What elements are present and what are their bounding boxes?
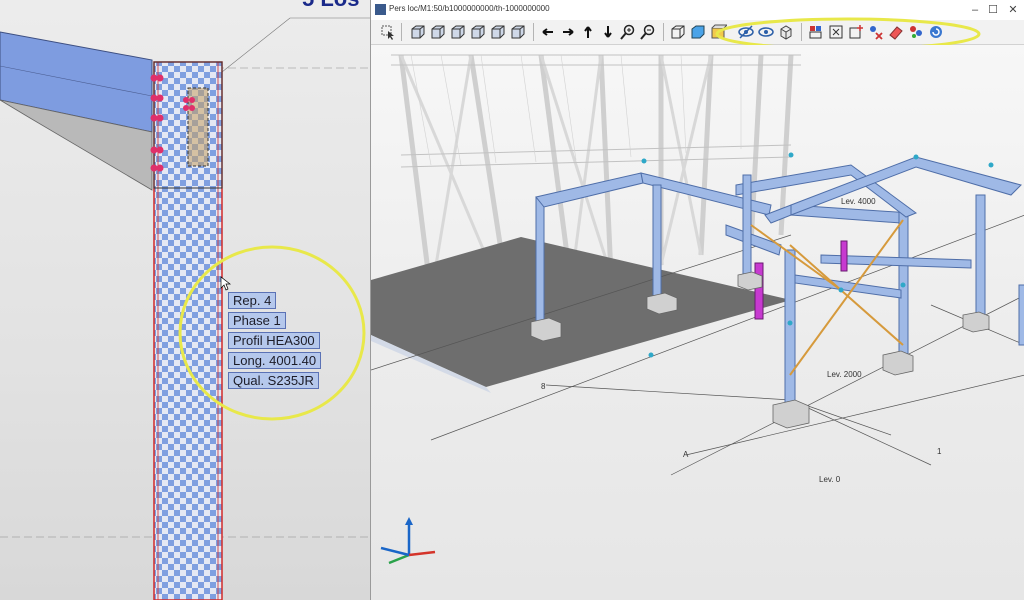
box-wire-icon[interactable] [669, 23, 687, 41]
toolbar-separator [663, 23, 664, 41]
tooltip-profile: Profil HEA300 [228, 332, 320, 349]
box-solid-icon[interactable] [689, 23, 707, 41]
maximize-button[interactable]: ☐ [985, 3, 1001, 17]
level-label-2000: Lev. 2000 [827, 370, 862, 379]
zoom-in-icon[interactable] [619, 23, 637, 41]
cube-right-icon[interactable] [469, 23, 487, 41]
grid-axis-label-8: 8 [541, 382, 546, 391]
cube-front-icon[interactable] [409, 23, 427, 41]
pan-left-icon[interactable] [539, 23, 557, 41]
drawing-2d-view[interactable]: 5 Los Rep. 4 Phase 1 Profil HEA300 Long.… [0, 0, 372, 600]
drawing-heading: 5 Los [302, 0, 359, 11]
pan-up-icon[interactable] [579, 23, 597, 41]
zoom-out-icon[interactable] [639, 23, 657, 41]
grid-axis-label-a: A [683, 450, 689, 459]
close-button[interactable]: ✕ [1005, 3, 1021, 17]
tooltip-length: Long. 4001.40 [228, 352, 322, 369]
model-3d-canvas [371, 54, 1024, 565]
tooltip-rep: Rep. 4 [228, 292, 277, 309]
member-info-tooltip: Rep. 4 Phase 1 Profil HEA300 Long. 4001.… [228, 292, 328, 392]
pan-right-icon[interactable] [559, 23, 577, 41]
model-3d-viewport[interactable]: Lev. 2000 Lev. 0 Lev. 4000 1 A 8 [371, 45, 1024, 600]
level-label-0: Lev. 0 [819, 475, 841, 484]
app-icon [375, 4, 386, 15]
tooltip-quality: Qual. S235JR [228, 372, 319, 389]
cube-iso-icon[interactable] [509, 23, 527, 41]
view-3d-window: Pers loc/M1:50/b1000000000/th-1000000000… [370, 0, 1024, 600]
pan-down-icon[interactable] [599, 23, 617, 41]
grid-axis-label-1: 1 [937, 447, 942, 456]
cube-left-icon[interactable] [449, 23, 467, 41]
cube-back-icon[interactable] [429, 23, 447, 41]
toolbar-separator [533, 23, 534, 41]
tooltip-phase: Phase 1 [228, 312, 286, 329]
view-toolbar [371, 17, 1024, 51]
window-title: Pers loc/M1:50/b1000000000/th-1000000000 [389, 4, 550, 13]
cube-top-icon[interactable] [489, 23, 507, 41]
toolbar-separator [401, 23, 402, 41]
level-label-4000: Lev. 4000 [841, 197, 876, 206]
select-cursor-icon[interactable] [379, 23, 397, 41]
